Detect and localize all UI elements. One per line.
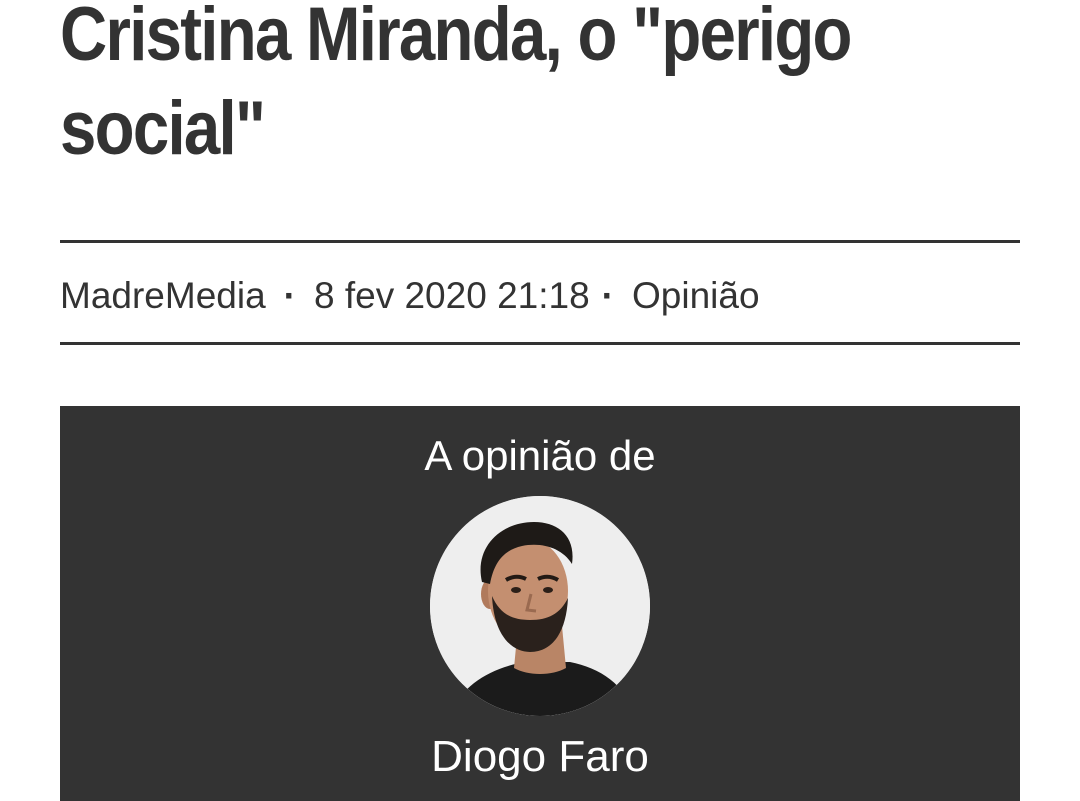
author-portrait-icon — [430, 496, 650, 716]
meta-separator: · — [283, 275, 296, 316]
publish-date: 8 fev 2020 21:18 — [313, 275, 590, 316]
author-avatar[interactable] — [430, 496, 650, 716]
article-title: Cristina Miranda, o "perigo social" — [60, 0, 852, 171]
author-name[interactable]: Diogo Faro — [60, 732, 1020, 782]
article-meta: MadreMedia · 8 fev 2020 21:18 · Opinião — [60, 268, 760, 324]
meta-separator: · — [601, 275, 614, 316]
top-divider — [60, 240, 1020, 243]
publisher-link[interactable]: MadreMedia — [60, 275, 266, 317]
opinion-author-box: A opinião de Diogo Faro — [60, 406, 1020, 801]
category-link[interactable]: Opinião — [632, 275, 760, 317]
bottom-divider — [60, 342, 1020, 345]
opinion-label: A opinião de — [424, 432, 656, 479]
